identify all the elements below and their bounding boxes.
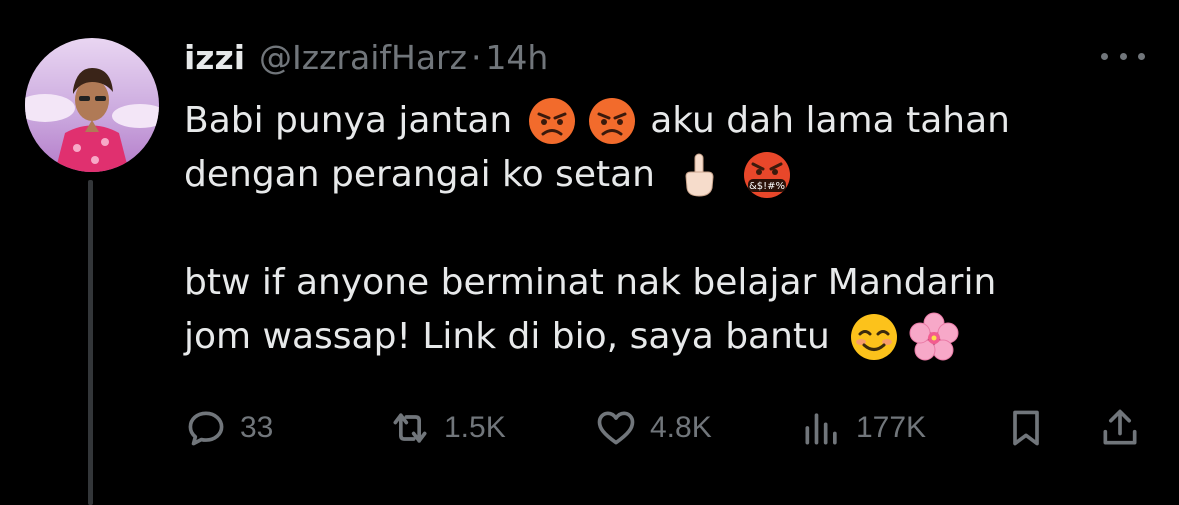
avatar[interactable] xyxy=(25,38,159,172)
bookmark-button[interactable] xyxy=(1004,400,1048,456)
tweet-text-segment: btw if anyone berminat nak belajar Manda… xyxy=(184,262,997,303)
repost-button[interactable]: 1.5K xyxy=(388,400,506,456)
bookmark-icon xyxy=(1013,410,1039,446)
avatar-image xyxy=(25,38,159,172)
more-options-icon[interactable] xyxy=(1101,46,1145,66)
reply-button[interactable]: 33 xyxy=(184,400,273,456)
tweet-line: jom wassap! Link di bio, saya bantu xyxy=(184,310,1144,364)
display-name[interactable]: izzi xyxy=(184,38,245,77)
tweet-header: izzi @IzzraifHarz · 14h xyxy=(184,38,548,78)
like-button[interactable]: 4.8K xyxy=(594,400,712,456)
angry-face-icon xyxy=(587,96,637,146)
share-button[interactable] xyxy=(1098,400,1142,456)
action-bar: 33 1.5K 4.8K 177K xyxy=(184,400,1144,456)
tweet-line: Babi punya jantan aku dah lama tahan xyxy=(184,94,1144,148)
reply-count: 33 xyxy=(240,411,274,444)
views-icon xyxy=(805,413,837,445)
share-icon xyxy=(1103,409,1137,445)
like-count: 4.8K xyxy=(650,411,712,444)
smiling-face-icon xyxy=(849,312,899,362)
tweet-line: btw if anyone berminat nak belajar Manda… xyxy=(184,256,1144,310)
heart-icon xyxy=(597,411,635,445)
tweet-line: dengan perangai ko setan &$!#% xyxy=(184,148,1144,202)
tweet-text-segment: Babi punya jantan xyxy=(184,100,513,141)
thread-line xyxy=(88,180,93,505)
cherry-blossom-icon xyxy=(909,312,959,362)
angry-face-icon xyxy=(527,96,577,146)
user-handle[interactable]: @IzzraifHarz xyxy=(259,38,467,77)
middle-finger-icon xyxy=(674,150,724,200)
timestamp[interactable]: 14h xyxy=(485,38,548,77)
repost-icon xyxy=(393,413,427,443)
face-with-symbols-on-mouth-icon: &$!#% xyxy=(742,150,792,200)
tweet-text-segment: aku dah lama tahan xyxy=(650,100,1010,141)
reply-icon xyxy=(188,411,224,446)
repost-count: 1.5K xyxy=(444,411,506,444)
tweet-text: Babi punya jantan aku dah lama tahan den… xyxy=(184,94,1144,364)
views-count: 177K xyxy=(856,411,927,444)
cursing-symbols: &$!#% xyxy=(749,181,785,192)
separator-dot: · xyxy=(470,38,482,77)
tweet-text-segment: dengan perangai ko setan xyxy=(184,154,655,195)
tweet-text-segment: jom wassap! Link di bio, saya bantu xyxy=(184,316,830,357)
views-button[interactable]: 177K xyxy=(800,400,926,456)
